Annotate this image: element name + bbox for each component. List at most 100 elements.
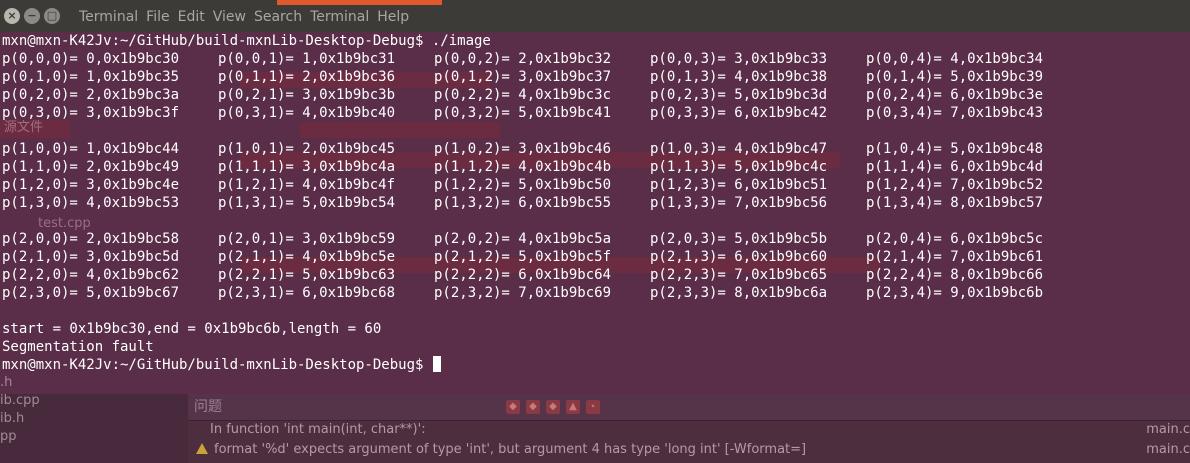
next-icon[interactable]: ◆ — [526, 400, 540, 414]
ghost-sidebar-source: 源文件 — [4, 120, 44, 135]
output-cell: p(1,3,0)= 4,0x1b9bc53 — [2, 195, 180, 211]
issue-row[interactable]: In function 'int main(int, char**)': mai… — [188, 420, 1190, 440]
output-cell: p(0,0,2)= 2,0x1b9bc32 — [434, 51, 612, 67]
ghost-file-ib-cpp: ib.cpp — [0, 393, 40, 408]
output-cell: p(1,0,4)= 5,0x1b9bc48 — [866, 141, 1044, 157]
output-cell: p(2,3,1)= 6,0x1b9bc68 — [218, 285, 396, 301]
ide-sidebar-bottom: .h ib.cpp ib.h pp — [0, 375, 188, 463]
ghost-file-h: .h — [0, 375, 13, 390]
title-bar: × − □ Terminal File Edit View Search Ter… — [0, 0, 1190, 33]
output-cell: p(1,2,4)= 7,0x1b9bc52 — [866, 177, 1044, 193]
clear-icon[interactable]: ⋆ — [586, 400, 600, 414]
output-cell: p(0,0,0)= 0,0x1b9bc30 — [2, 51, 180, 67]
ghost-file-pp: pp — [0, 429, 17, 444]
output-cell: p(1,2,1)= 4,0x1b9bc4f — [218, 177, 396, 193]
ghost-code-highlight — [300, 122, 500, 138]
output-cell: p(0,0,4)= 4,0x1b9bc34 — [866, 51, 1044, 67]
output-cell: p(1,1,3)= 5,0x1b9bc4c — [650, 159, 828, 175]
output-cell: p(1,3,3)= 7,0x1b9bc56 — [650, 195, 828, 211]
output-cell: p(0,2,1)= 3,0x1b9bc3b — [218, 87, 396, 103]
output-cell: p(1,3,1)= 5,0x1b9bc54 — [218, 195, 396, 211]
error-line: Segmentation fault — [2, 339, 154, 355]
output-cell: p(0,1,2)= 3,0x1b9bc37 — [434, 69, 612, 85]
menu-help[interactable]: Help — [377, 8, 409, 26]
output-cell: p(0,1,4)= 5,0x1b9bc39 — [866, 69, 1044, 85]
output-cell: p(0,1,3)= 4,0x1b9bc38 — [650, 69, 828, 85]
minimize-icon[interactable]: − — [24, 8, 40, 24]
issue-row[interactable]: format '%d' expects argument of type 'in… — [188, 440, 1190, 460]
output-cell: p(0,2,0)= 2,0x1b9bc3a — [2, 87, 180, 103]
output-cell: p(1,0,1)= 2,0x1b9bc45 — [218, 141, 396, 157]
output-cell: p(1,1,0)= 2,0x1b9bc49 — [2, 159, 180, 175]
filter-icon[interactable]: ◆ — [506, 400, 520, 414]
output-cell: p(2,3,4)= 9,0x1b9bc6b — [866, 285, 1044, 301]
issues-title: 问题 — [194, 399, 222, 415]
summary-line: start = 0x1b9bc30,end = 0x1b9bc6b,length… — [2, 321, 382, 337]
menu-search[interactable]: Search — [254, 8, 302, 26]
warning-filter-icon[interactable]: ▲ — [566, 400, 580, 414]
output-cell: p(1,0,3)= 4,0x1b9bc47 — [650, 141, 828, 157]
issue-text: format '%d' expects argument of type 'in… — [214, 442, 807, 457]
output-cell: p(1,0,0)= 1,0x1b9bc44 — [2, 141, 180, 157]
output-cell: p(0,1,0)= 1,0x1b9bc35 — [2, 69, 180, 85]
prompt-line[interactable]: mxn@mxn-K42Jv:~/GitHub/build-mxnLib-Desk… — [2, 356, 441, 374]
maximize-icon[interactable]: □ — [44, 8, 60, 24]
output-cell: p(2,2,4)= 8,0x1b9bc66 — [866, 267, 1044, 283]
output-cell: p(2,0,0)= 2,0x1b9bc58 — [2, 231, 180, 247]
output-cell: p(2,0,1)= 3,0x1b9bc59 — [218, 231, 396, 247]
command-line: mxn@mxn-K42Jv:~/GitHub/build-mxnLib-Desk… — [2, 33, 491, 49]
menu-bar: Terminal File Edit View Search Terminal … — [79, 8, 409, 26]
warning-icon — [196, 443, 208, 454]
output-cell: p(1,2,2)= 5,0x1b9bc50 — [434, 177, 612, 193]
menu-view[interactable]: View — [213, 8, 246, 26]
issues-panel: 问题 ◆ ◆ ◆ ▲ ⋆ In function 'int main(int, … — [188, 394, 1190, 463]
output-cell: p(2,2,3)= 7,0x1b9bc65 — [650, 267, 828, 283]
output-cell: p(0,3,4)= 7,0x1b9bc43 — [866, 105, 1044, 121]
output-cell: p(2,1,1)= 4,0x1b9bc5e — [218, 249, 396, 265]
output-cell: p(1,1,4)= 6,0x1b9bc4d — [866, 159, 1044, 175]
output-cell: p(2,0,4)= 6,0x1b9bc5c — [866, 231, 1044, 247]
output-cell: p(2,1,4)= 7,0x1b9bc61 — [866, 249, 1044, 265]
active-tab-indicator — [277, 0, 442, 5]
output-cell: p(0,1,1)= 2,0x1b9bc36 — [218, 69, 396, 85]
output-cell: p(1,1,1)= 3,0x1b9bc4a — [218, 159, 396, 175]
terminal-output[interactable]: 源文件 test.cpp mxn@mxn-K42Jv:~/GitHub/buil… — [0, 32, 1190, 394]
output-cell: p(2,0,2)= 4,0x1b9bc5a — [434, 231, 612, 247]
output-cell: p(0,3,3)= 6,0x1b9bc42 — [650, 105, 828, 121]
output-cell: p(2,0,3)= 5,0x1b9bc5b — [650, 231, 828, 247]
output-cell: p(0,2,2)= 4,0x1b9bc3c — [434, 87, 612, 103]
output-cell: p(2,3,2)= 7,0x1b9bc69 — [434, 285, 612, 301]
close-icon[interactable]: × — [4, 8, 20, 24]
output-cell: p(1,2,3)= 6,0x1b9bc51 — [650, 177, 828, 193]
output-cell: p(1,3,2)= 6,0x1b9bc55 — [434, 195, 612, 211]
output-cell: p(2,2,1)= 5,0x1b9bc63 — [218, 267, 396, 283]
output-cell: p(2,1,0)= 3,0x1b9bc5d — [2, 249, 180, 265]
output-cell: p(0,2,4)= 6,0x1b9bc3e — [866, 87, 1044, 103]
output-cell: p(0,3,2)= 5,0x1b9bc41 — [434, 105, 612, 121]
window-controls: × − □ — [4, 8, 60, 24]
prev-icon[interactable]: ◆ — [546, 400, 560, 414]
menu-terminal-app[interactable]: Terminal — [79, 8, 138, 26]
output-cell: p(2,3,3)= 8,0x1b9bc6a — [650, 285, 828, 301]
output-cell: p(2,1,3)= 6,0x1b9bc60 — [650, 249, 828, 265]
output-cell: p(0,0,1)= 1,0x1b9bc31 — [218, 51, 396, 67]
issue-file: main.c — [1146, 422, 1190, 437]
output-cell: p(1,3,4)= 8,0x1b9bc57 — [866, 195, 1044, 211]
output-cell: p(1,0,2)= 3,0x1b9bc46 — [434, 141, 612, 157]
output-cell: p(1,1,2)= 4,0x1b9bc4b — [434, 159, 612, 175]
text-cursor — [432, 356, 441, 372]
menu-edit[interactable]: Edit — [178, 8, 205, 26]
ghost-file-ib-h: ib.h — [0, 411, 25, 426]
output-cell: p(1,2,0)= 3,0x1b9bc4e — [2, 177, 180, 193]
output-cell: p(2,2,0)= 4,0x1b9bc62 — [2, 267, 180, 283]
output-cell: p(2,2,2)= 6,0x1b9bc64 — [434, 267, 612, 283]
menu-file[interactable]: File — [146, 8, 169, 26]
menu-terminal[interactable]: Terminal — [310, 8, 369, 26]
issues-header: 问题 ◆ ◆ ◆ ▲ ⋆ — [188, 394, 1190, 421]
issue-text: In function 'int main(int, char**)': — [210, 422, 426, 437]
issue-file: main.c — [1146, 442, 1190, 457]
output-cell: p(0,2,3)= 5,0x1b9bc3d — [650, 87, 828, 103]
output-cell: p(2,3,0)= 5,0x1b9bc67 — [2, 285, 180, 301]
output-cell: p(0,3,1)= 4,0x1b9bc40 — [218, 105, 396, 121]
output-cell: p(2,1,2)= 5,0x1b9bc5f — [434, 249, 612, 265]
